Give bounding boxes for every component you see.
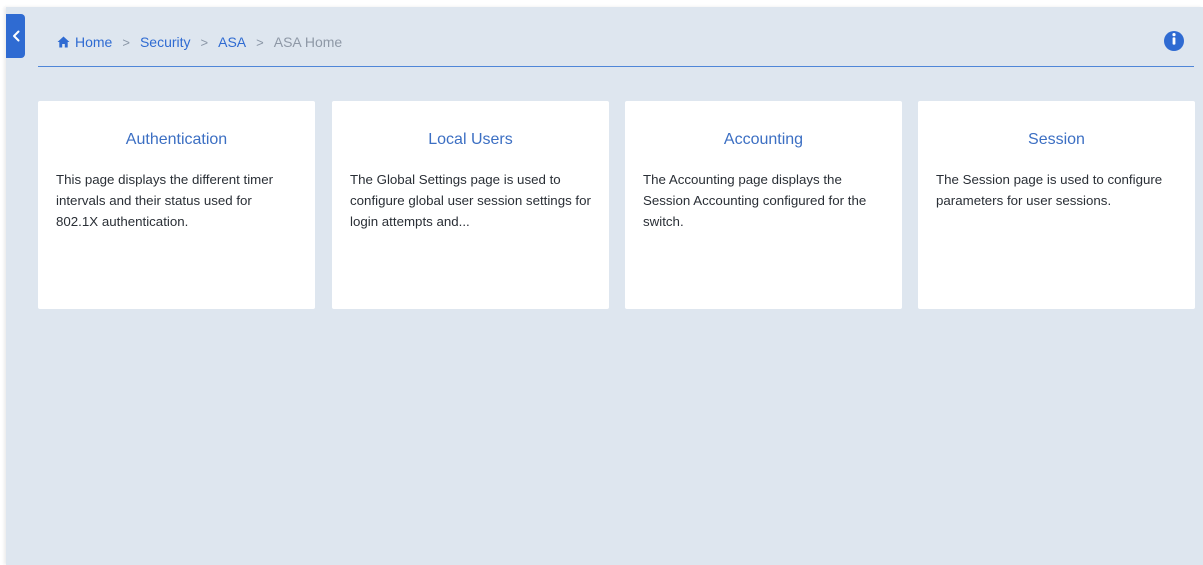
chevron-left-icon (12, 30, 20, 42)
breadcrumb-asa-home: ASA Home (273, 34, 343, 50)
sidebar-collapse-button[interactable] (6, 14, 25, 58)
breadcrumb-asa[interactable]: ASA (218, 34, 246, 50)
header-divider (38, 66, 1194, 67)
card-title: Local Users (428, 131, 513, 148)
card-title: Session (1028, 131, 1085, 148)
page: Home > Security > ASA > ASA Home Authent… (0, 0, 1203, 565)
card-description: The Accounting page displays the Session… (643, 172, 867, 229)
info-button[interactable] (1164, 31, 1184, 51)
breadcrumb-home[interactable]: Home (75, 34, 112, 50)
card-description: The Session page is used to configure pa… (936, 172, 1163, 208)
info-icon (1164, 29, 1184, 54)
card-description: The Global Settings page is used to conf… (350, 172, 591, 229)
breadcrumb-security[interactable]: Security (140, 34, 191, 50)
card-session[interactable]: Session The Session page is used to conf… (918, 101, 1195, 309)
breadcrumb-separator: > (256, 34, 264, 50)
card-title: Accounting (723, 131, 804, 148)
breadcrumb-separator: > (200, 34, 209, 50)
card-authentication[interactable]: Authentication This page displays the di… (38, 101, 315, 309)
card-local-users[interactable]: Local Users The Global Settings page is … (332, 101, 609, 309)
breadcrumb: Home > Security > ASA > ASA Home (57, 33, 342, 51)
breadcrumb-separator: > (122, 34, 130, 50)
card-description: This page displays the different timer i… (56, 172, 274, 229)
home-icon[interactable] (57, 36, 70, 48)
card-title: Authentication (125, 131, 228, 148)
card-accounting[interactable]: Accounting The Accounting page displays … (625, 101, 902, 309)
